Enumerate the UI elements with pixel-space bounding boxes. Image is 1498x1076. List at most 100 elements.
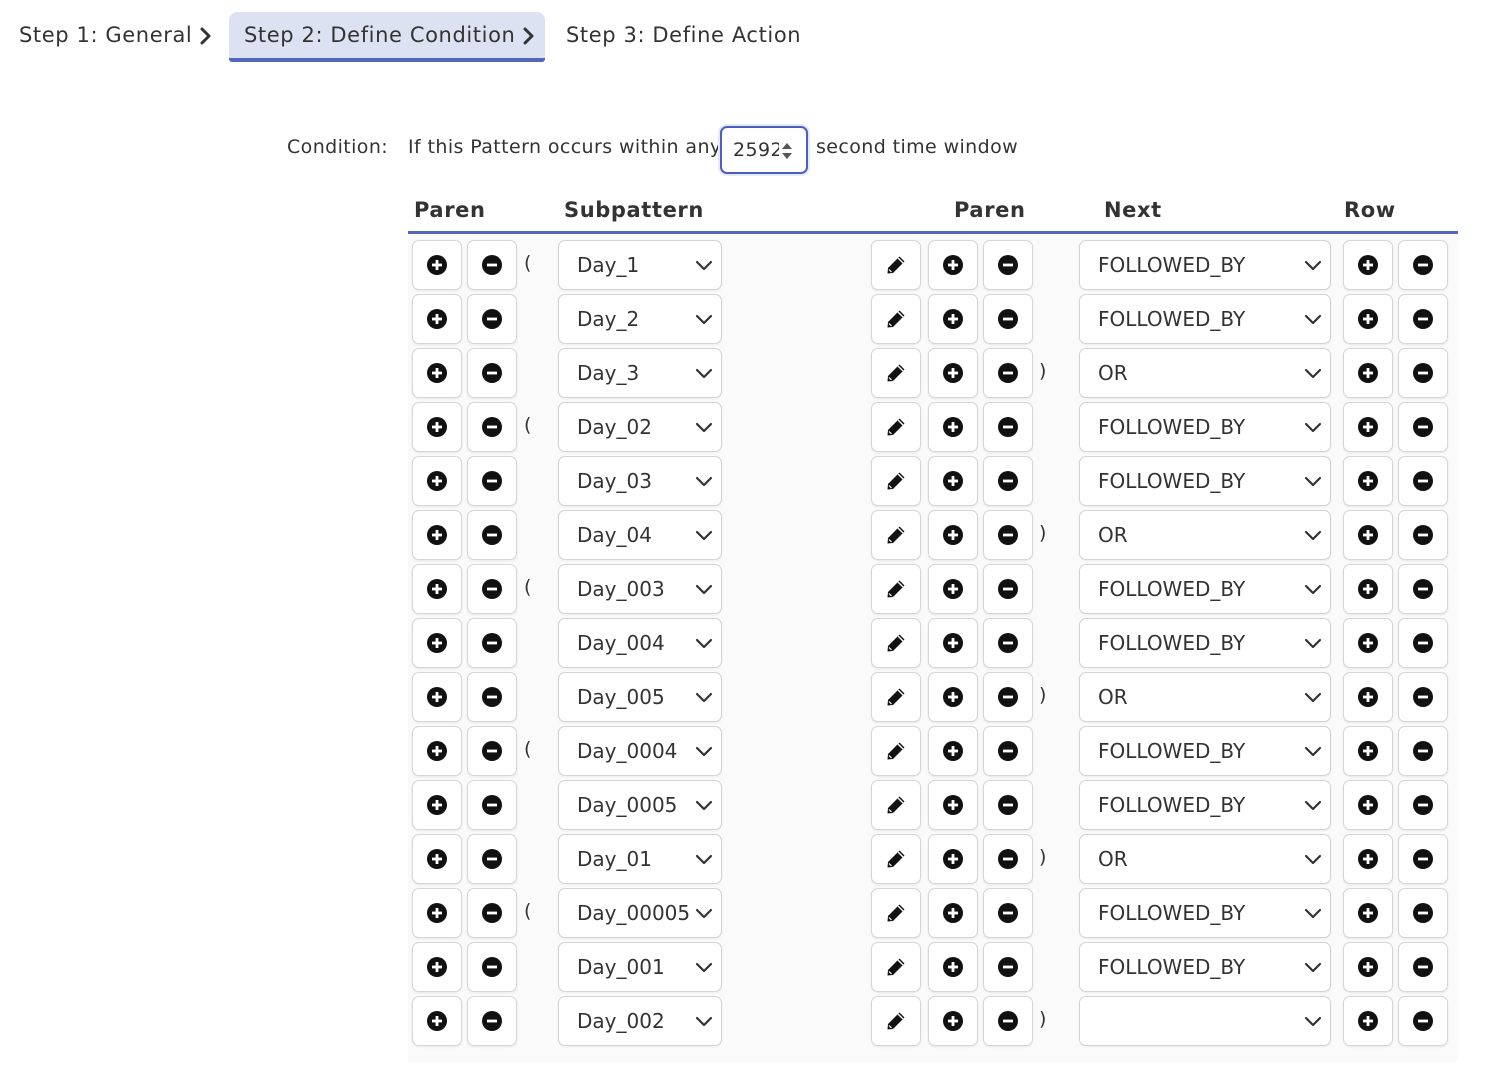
next-operator-select[interactable]: OR [1079,510,1331,560]
edit-subpattern-button[interactable] [871,564,921,614]
remove-open-paren-button[interactable] [467,294,517,344]
remove-row-button[interactable] [1398,726,1448,776]
remove-row-button[interactable] [1398,348,1448,398]
remove-row-button[interactable] [1398,834,1448,884]
remove-row-button[interactable] [1398,564,1448,614]
add-open-paren-button[interactable] [412,942,462,992]
time-window-input[interactable]: 2592 [720,126,808,174]
remove-close-paren-button[interactable] [983,240,1033,290]
subpattern-select[interactable]: Day_04 [558,510,722,560]
remove-close-paren-button[interactable] [983,618,1033,668]
remove-close-paren-button[interactable] [983,402,1033,452]
add-row-button[interactable] [1343,780,1393,830]
add-close-paren-button[interactable] [928,294,978,344]
remove-row-button[interactable] [1398,510,1448,560]
add-row-button[interactable] [1343,402,1393,452]
remove-open-paren-button[interactable] [467,348,517,398]
add-open-paren-button[interactable] [412,726,462,776]
add-row-button[interactable] [1343,618,1393,668]
remove-open-paren-button[interactable] [467,834,517,884]
add-close-paren-button[interactable] [928,456,978,506]
edit-subpattern-button[interactable] [871,996,921,1046]
add-row-button[interactable] [1343,510,1393,560]
next-operator-select[interactable]: OR [1079,834,1331,884]
remove-open-paren-button[interactable] [467,996,517,1046]
add-row-button[interactable] [1343,294,1393,344]
subpattern-select[interactable]: Day_2 [558,294,722,344]
add-open-paren-button[interactable] [412,348,462,398]
remove-open-paren-button[interactable] [467,780,517,830]
add-open-paren-button[interactable] [412,294,462,344]
next-operator-select[interactable]: FOLLOWED_BY [1079,402,1331,452]
add-row-button[interactable] [1343,456,1393,506]
next-operator-select[interactable]: OR [1079,348,1331,398]
remove-close-paren-button[interactable] [983,510,1033,560]
remove-close-paren-button[interactable] [983,996,1033,1046]
add-open-paren-button[interactable] [412,780,462,830]
remove-close-paren-button[interactable] [983,294,1033,344]
subpattern-select[interactable]: Day_02 [558,402,722,452]
next-operator-select[interactable] [1079,996,1331,1046]
next-operator-select[interactable]: FOLLOWED_BY [1079,780,1331,830]
subpattern-select[interactable]: Day_1 [558,240,722,290]
edit-subpattern-button[interactable] [871,510,921,560]
edit-subpattern-button[interactable] [871,618,921,668]
add-open-paren-button[interactable] [412,672,462,722]
add-row-button[interactable] [1343,996,1393,1046]
remove-close-paren-button[interactable] [983,564,1033,614]
remove-row-button[interactable] [1398,456,1448,506]
next-operator-select[interactable]: FOLLOWED_BY [1079,726,1331,776]
remove-open-paren-button[interactable] [467,510,517,560]
subpattern-select[interactable]: Day_01 [558,834,722,884]
edit-subpattern-button[interactable] [871,348,921,398]
subpattern-select[interactable]: Day_005 [558,672,722,722]
remove-close-paren-button[interactable] [983,834,1033,884]
add-close-paren-button[interactable] [928,510,978,560]
remove-close-paren-button[interactable] [983,348,1033,398]
add-row-button[interactable] [1343,348,1393,398]
subpattern-select[interactable]: Day_001 [558,942,722,992]
remove-open-paren-button[interactable] [467,456,517,506]
remove-row-button[interactable] [1398,780,1448,830]
next-operator-select[interactable]: FOLLOWED_BY [1079,456,1331,506]
add-row-button[interactable] [1343,888,1393,938]
remove-open-paren-button[interactable] [467,672,517,722]
add-row-button[interactable] [1343,672,1393,722]
subpattern-select[interactable]: Day_00005 [558,888,722,938]
edit-subpattern-button[interactable] [871,402,921,452]
subpattern-select[interactable]: Day_002 [558,996,722,1046]
edit-subpattern-button[interactable] [871,780,921,830]
next-operator-select[interactable]: OR [1079,672,1331,722]
edit-subpattern-button[interactable] [871,456,921,506]
step-define-condition-tab[interactable]: Step 2: Define Condition [229,12,545,62]
remove-open-paren-button[interactable] [467,942,517,992]
spinner-icon[interactable] [780,140,794,162]
next-operator-select[interactable]: FOLLOWED_BY [1079,942,1331,992]
remove-close-paren-button[interactable] [983,672,1033,722]
add-row-button[interactable] [1343,726,1393,776]
add-close-paren-button[interactable] [928,564,978,614]
add-open-paren-button[interactable] [412,456,462,506]
remove-open-paren-button[interactable] [467,726,517,776]
add-open-paren-button[interactable] [412,402,462,452]
add-open-paren-button[interactable] [412,618,462,668]
remove-close-paren-button[interactable] [983,780,1033,830]
edit-subpattern-button[interactable] [871,726,921,776]
edit-subpattern-button[interactable] [871,294,921,344]
add-close-paren-button[interactable] [928,672,978,722]
next-operator-select[interactable]: FOLLOWED_BY [1079,888,1331,938]
add-close-paren-button[interactable] [928,780,978,830]
next-operator-select[interactable]: FOLLOWED_BY [1079,240,1331,290]
add-open-paren-button[interactable] [412,888,462,938]
remove-row-button[interactable] [1398,240,1448,290]
add-close-paren-button[interactable] [928,888,978,938]
remove-row-button[interactable] [1398,294,1448,344]
add-close-paren-button[interactable] [928,996,978,1046]
remove-close-paren-button[interactable] [983,726,1033,776]
add-close-paren-button[interactable] [928,240,978,290]
remove-row-button[interactable] [1398,672,1448,722]
subpattern-select[interactable]: Day_003 [558,564,722,614]
edit-subpattern-button[interactable] [871,942,921,992]
add-row-button[interactable] [1343,240,1393,290]
subpattern-select[interactable]: Day_004 [558,618,722,668]
